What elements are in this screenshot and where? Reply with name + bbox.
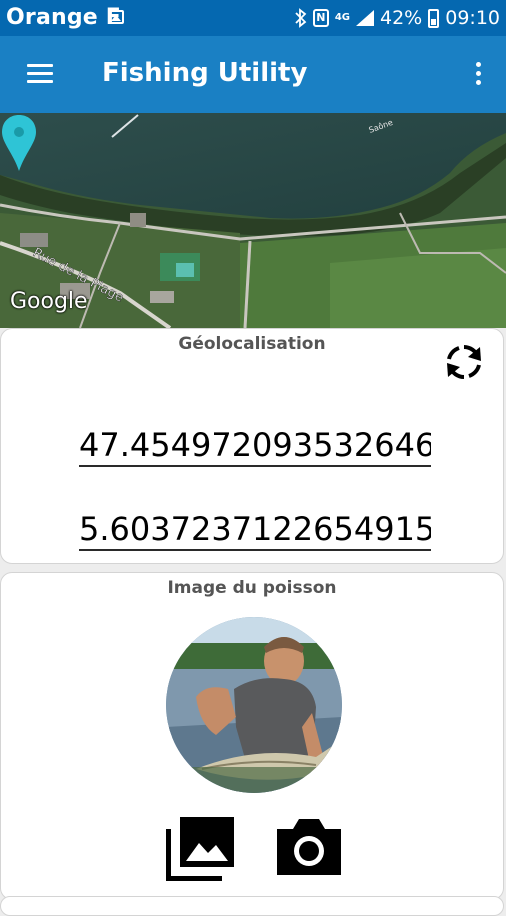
- signal-icon: [356, 10, 374, 26]
- camera-icon[interactable]: [273, 815, 345, 879]
- google-logo: Google: [10, 289, 88, 314]
- app-bar: Fishing Utility: [0, 36, 506, 113]
- nfc-icon: N: [312, 9, 329, 27]
- map-view[interactable]: Rue de la Plage Saône Google: [0, 113, 506, 328]
- fish-photo[interactable]: [166, 617, 342, 793]
- geolocation-title: Géolocalisation: [178, 334, 326, 354]
- status-bar: Orange F N 4G 42% 09:10: [0, 0, 506, 36]
- battery-percent: 42%: [380, 7, 423, 29]
- app-title: Fishing Utility: [102, 58, 308, 88]
- image-notification-icon: [108, 10, 124, 24]
- status-icons: N 4G 42% 09:10: [295, 5, 500, 31]
- next-card-edge: [0, 896, 504, 916]
- geolocation-card: Géolocalisation: [0, 328, 504, 564]
- fish-photo-image: [166, 617, 342, 793]
- network-type: 4G: [334, 12, 350, 23]
- gallery-icon[interactable]: [166, 815, 236, 881]
- refresh-location-icon[interactable]: [441, 339, 487, 385]
- hamburger-menu-icon[interactable]: [27, 64, 53, 84]
- longitude-input[interactable]: [79, 509, 431, 551]
- bluetooth-icon: [295, 8, 307, 28]
- fish-image-card: Image du poisson: [0, 572, 504, 900]
- carrier-name: Orange F: [6, 5, 122, 30]
- fish-image-title: Image du poisson: [167, 578, 337, 598]
- latitude-input[interactable]: [79, 425, 431, 467]
- overflow-menu-icon[interactable]: [476, 62, 482, 86]
- clock: 09:10: [445, 7, 500, 29]
- battery-icon: [428, 8, 440, 28]
- location-marker-icon[interactable]: [0, 113, 38, 173]
